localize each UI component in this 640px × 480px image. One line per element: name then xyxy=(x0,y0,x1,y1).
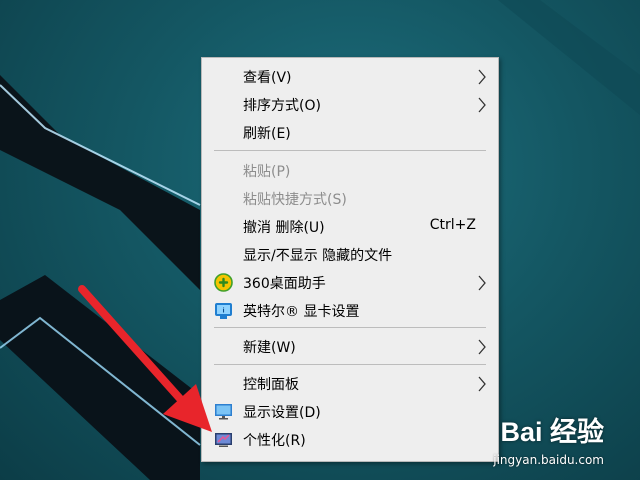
red-arrow-annotation xyxy=(78,285,212,432)
watermark-url: jingyan.baidu.com xyxy=(493,453,604,467)
baidu-jingyan-watermark: Bai 经验 xyxy=(500,417,604,447)
